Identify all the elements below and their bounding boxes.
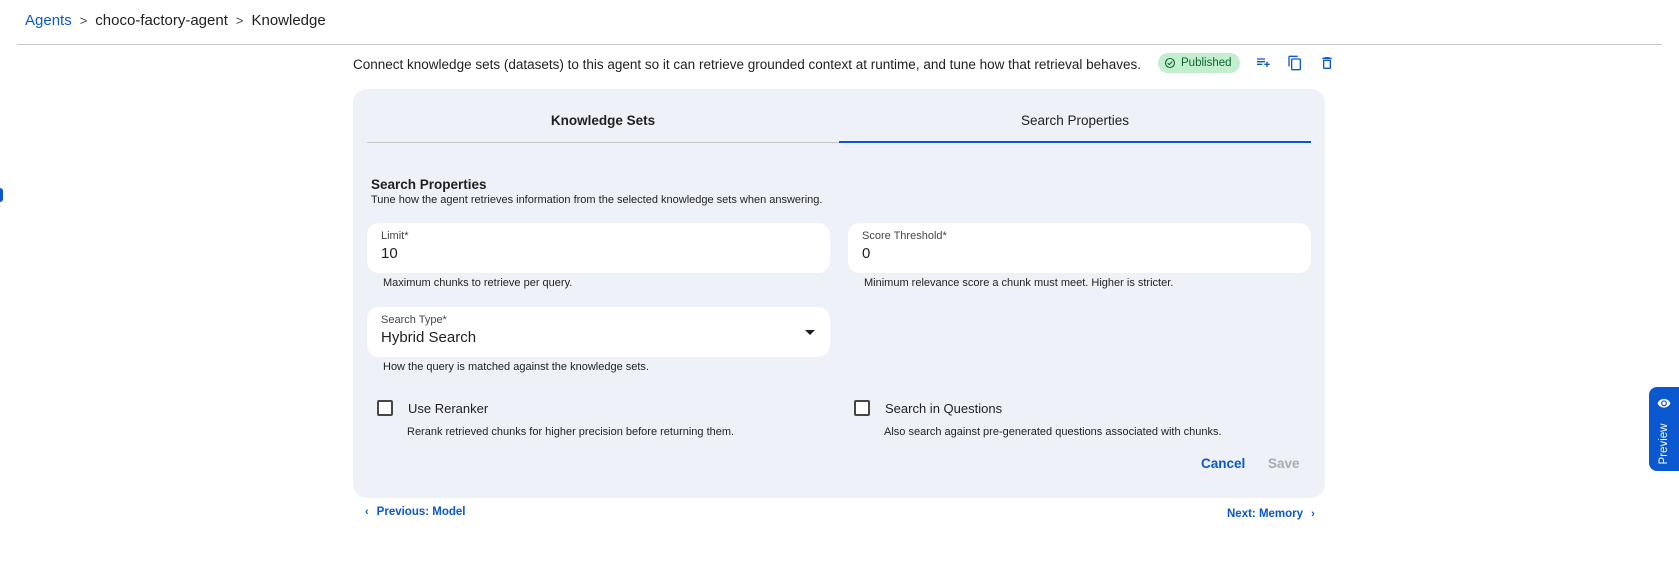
use-reranker-helper: Rerank retrieved chunks for higher preci…: [407, 426, 735, 438]
check-circle-icon: [1164, 57, 1176, 69]
breadcrumb-agent: choco-factory-agent: [95, 12, 228, 29]
search-type-value: Hybrid Search: [381, 329, 477, 346]
score-threshold-input[interactable]: [862, 245, 1233, 262]
knowledge-card: Knowledge Sets Search Properties Search …: [353, 89, 1325, 498]
use-reranker-label: Use Reranker: [408, 400, 489, 416]
status-label: Published: [1181, 57, 1232, 69]
preview-tab[interactable]: Preview: [1649, 387, 1679, 471]
next-step-link[interactable]: Next: Memory ›: [1227, 508, 1315, 520]
left-edge-indicator: [0, 188, 3, 202]
use-reranker-option[interactable]: Use Reranker: [377, 400, 488, 416]
eye-icon: [1657, 398, 1671, 408]
breadcrumb: Agents > choco-factory-agent > Knowledge: [25, 12, 326, 29]
page-description: Connect knowledge sets (datasets) to thi…: [353, 57, 1141, 72]
limit-helper: Maximum chunks to retrieve per query.: [383, 277, 573, 289]
next-step-label: Next: Memory: [1227, 508, 1304, 520]
breadcrumb-current: Knowledge: [251, 12, 326, 29]
search-type-label: Search Type*: [381, 314, 447, 326]
breadcrumb-separator: >: [79, 13, 88, 28]
score-threshold-field[interactable]: Score Threshold*: [848, 223, 1311, 273]
breadcrumb-separator: >: [235, 13, 244, 28]
cancel-button[interactable]: Cancel: [1201, 456, 1245, 471]
delete-button[interactable]: [1318, 54, 1336, 72]
playlist-add-icon: [1256, 58, 1270, 67]
chevron-right-icon: ›: [1311, 508, 1315, 520]
previous-step-link[interactable]: ‹ Previous: Model: [365, 506, 466, 518]
delete-icon: [1321, 57, 1332, 69]
tab-search-properties[interactable]: Search Properties: [839, 113, 1311, 143]
copy-icon: [1287, 55, 1301, 71]
copy-button[interactable]: [1286, 54, 1304, 72]
search-type-select[interactable]: Search Type* Hybrid Search: [367, 307, 830, 357]
search-in-questions-label: Search in Questions: [885, 400, 1003, 416]
top-divider: [17, 44, 1662, 45]
header-actions: Published: [1158, 53, 1336, 73]
save-button[interactable]: Save: [1268, 456, 1300, 471]
breadcrumb-agents-link[interactable]: Agents: [25, 12, 72, 29]
section-title: Search Properties: [371, 177, 487, 192]
dropdown-arrow-icon: [805, 330, 815, 335]
score-threshold-label: Score Threshold*: [862, 230, 947, 242]
chevron-left-icon: ‹: [365, 506, 369, 518]
search-in-questions-option[interactable]: Search in Questions: [854, 400, 1002, 416]
score-threshold-helper: Minimum relevance score a chunk must mee…: [864, 277, 1174, 289]
status-badge: Published: [1158, 53, 1240, 73]
previous-step-label: Previous: Model: [376, 506, 466, 518]
limit-field[interactable]: Limit*: [367, 223, 830, 273]
preview-label: Preview: [1658, 423, 1670, 465]
use-reranker-checkbox[interactable]: [377, 400, 393, 416]
limit-input[interactable]: [381, 245, 752, 262]
tab-knowledge-sets[interactable]: Knowledge Sets: [367, 113, 839, 142]
section-subtitle: Tune how the agent retrieves information…: [371, 194, 823, 206]
search-in-questions-checkbox[interactable]: [854, 400, 870, 416]
playlist-add-button[interactable]: [1254, 54, 1272, 72]
tab-bar: Knowledge Sets Search Properties: [367, 113, 1311, 143]
search-in-questions-helper: Also search against pre-generated questi…: [884, 426, 1222, 438]
search-type-helper: How the query is matched against the kno…: [383, 361, 649, 373]
limit-label: Limit*: [381, 230, 409, 242]
